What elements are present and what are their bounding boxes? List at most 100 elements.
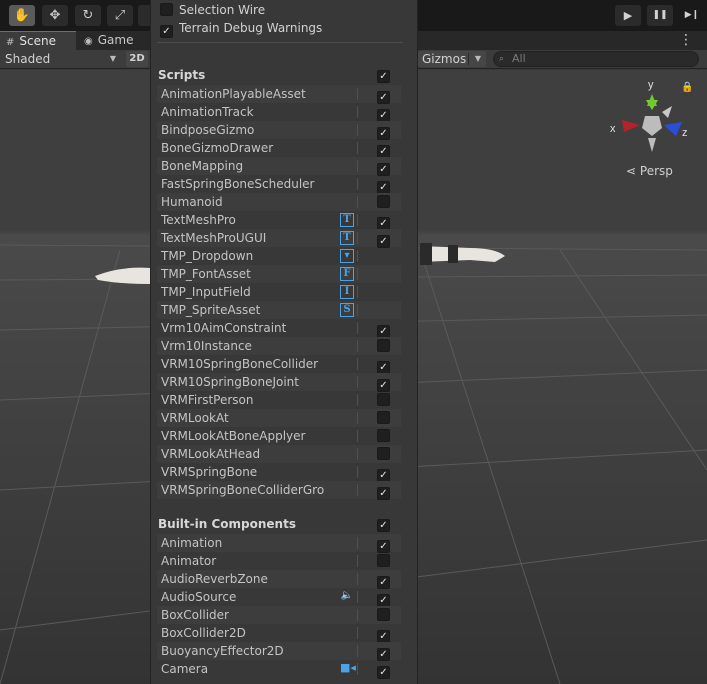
list-item[interactable]: Vrm10Instance: [157, 337, 401, 355]
list-item[interactable]: AudioReverbZone ✓: [157, 570, 401, 589]
list-item[interactable]: VRMLookAt: [157, 409, 401, 427]
item-toggle[interactable]: [377, 554, 390, 568]
item-toggle[interactable]: [377, 429, 390, 443]
toggle-2d-button[interactable]: 2D: [126, 51, 148, 67]
item-checkbox[interactable]: [377, 608, 390, 621]
textmeshpro-icon[interactable]: T: [340, 213, 354, 227]
list-item[interactable]: Animation ✓: [157, 534, 401, 553]
list-item[interactable]: Camera ■◂ ✓: [157, 660, 401, 679]
lock-icon[interactable]: 🔒: [681, 82, 693, 93]
item-checkbox[interactable]: [377, 429, 390, 442]
item-toggle[interactable]: ✓: [377, 465, 390, 482]
tab-game[interactable]: ◉ Game: [78, 31, 150, 50]
list-item[interactable]: VRMSpringBoneColliderGro ✓: [157, 481, 401, 500]
list-item[interactable]: Vrm10AimConstraint ✓: [157, 319, 401, 338]
list-item[interactable]: VRMSpringBone ✓: [157, 463, 401, 482]
textmeshpro-ugui-icon[interactable]: T: [340, 231, 354, 245]
tmp-dropdown-icon[interactable]: ▾: [340, 249, 354, 263]
item-toggle[interactable]: [377, 447, 390, 461]
more-options-icon[interactable]: ⋮: [679, 32, 693, 49]
projection-toggle[interactable]: ⋖ Persp: [626, 164, 673, 178]
list-item[interactable]: Humanoid: [157, 193, 401, 211]
item-checkbox[interactable]: [377, 393, 390, 406]
list-item[interactable]: VRM10SpringBoneJoint ✓: [157, 373, 401, 392]
terrain-debug-checkbox[interactable]: ✓: [160, 25, 173, 38]
item-toggle[interactable]: ✓: [377, 662, 390, 679]
builtin-toggle-all-checkbox[interactable]: ✓: [377, 519, 390, 532]
item-checkbox[interactable]: ✓: [377, 487, 390, 500]
item-checkbox[interactable]: ✓: [377, 666, 390, 679]
list-item[interactable]: FastSpringBoneScheduler ✓: [157, 175, 401, 194]
gizmos-dropdown-icon[interactable]: ▼: [475, 51, 481, 67]
scale-tool-button[interactable]: ⤢: [107, 5, 133, 26]
list-item[interactable]: TextMeshPro T ✓: [157, 211, 401, 230]
item-checkbox[interactable]: [377, 339, 390, 352]
list-item[interactable]: BoneMapping ✓: [157, 157, 401, 176]
item-toggle[interactable]: [377, 411, 390, 425]
builtin-toggle-all[interactable]: ✓: [377, 515, 390, 532]
item-toggle[interactable]: ✓: [377, 644, 390, 661]
list-item[interactable]: VRMFirstPerson: [157, 391, 401, 409]
item-checkbox[interactable]: [377, 447, 390, 460]
item-checkbox[interactable]: [377, 411, 390, 424]
item-toggle[interactable]: ✓: [377, 321, 390, 338]
item-toggle[interactable]: ✓: [377, 177, 390, 194]
move-tool-button[interactable]: ✥: [42, 5, 68, 26]
camera-icon[interactable]: ■◂: [340, 662, 356, 676]
list-item[interactable]: TMP_FontAsset F: [157, 265, 401, 283]
item-toggle[interactable]: ✓: [377, 105, 390, 122]
item-toggle[interactable]: ✓: [377, 590, 390, 607]
item-toggle[interactable]: ✓: [377, 231, 390, 248]
list-item[interactable]: TextMeshProUGUI T ✓: [157, 229, 401, 248]
item-toggle[interactable]: ✓: [377, 159, 390, 176]
item-toggle[interactable]: [377, 393, 390, 407]
tmp-sprite-asset-icon[interactable]: S: [340, 303, 354, 317]
list-item[interactable]: BuoyancyEffector2D ✓: [157, 642, 401, 661]
tab-scene[interactable]: # Scene: [0, 31, 76, 50]
selection-wire-option[interactable]: Selection Wire: [160, 1, 265, 19]
list-item[interactable]: TMP_InputField I: [157, 283, 401, 301]
list-item[interactable]: Animator: [157, 552, 401, 570]
item-toggle[interactable]: ✓: [377, 572, 390, 589]
list-item[interactable]: BindposeGizmo ✓: [157, 121, 401, 140]
list-item[interactable]: VRM10SpringBoneCollider ✓: [157, 355, 401, 374]
draw-mode-dropdown[interactable]: Shaded ▼: [0, 50, 122, 68]
terrain-debug-option[interactable]: ✓ Terrain Debug Warnings: [160, 19, 322, 38]
hand-tool-button[interactable]: ✋: [9, 5, 35, 26]
rotate-tool-button[interactable]: ↻: [75, 5, 101, 26]
list-item[interactable]: VRMLookAtBoneApplyer: [157, 427, 401, 445]
speaker-icon[interactable]: 🔈: [340, 590, 354, 604]
item-toggle[interactable]: ✓: [377, 141, 390, 158]
item-checkbox[interactable]: [377, 195, 390, 208]
scripts-toggle-all-checkbox[interactable]: ✓: [377, 70, 390, 83]
list-item[interactable]: BoxCollider: [157, 606, 401, 624]
item-toggle[interactable]: ✓: [377, 357, 390, 374]
item-toggle[interactable]: ✓: [377, 87, 390, 104]
item-toggle[interactable]: [377, 608, 390, 622]
item-toggle[interactable]: [377, 339, 390, 353]
list-item[interactable]: AnimationTrack ✓: [157, 103, 401, 122]
tmp-input-field-icon[interactable]: I: [340, 285, 354, 299]
list-item[interactable]: TMP_Dropdown ▾: [157, 247, 401, 265]
tmp-font-asset-icon[interactable]: F: [340, 267, 354, 281]
selection-wire-checkbox[interactable]: [160, 3, 173, 16]
list-item[interactable]: BoxCollider2D ✓: [157, 624, 401, 643]
item-toggle[interactable]: ✓: [377, 213, 390, 230]
item-toggle[interactable]: ✓: [377, 626, 390, 643]
item-toggle[interactable]: ✓: [377, 536, 390, 553]
item-checkbox[interactable]: [377, 554, 390, 567]
list-item[interactable]: AnimationPlayableAsset ✓: [157, 85, 401, 104]
scripts-toggle-all[interactable]: ✓: [377, 66, 390, 83]
item-toggle[interactable]: ✓: [377, 483, 390, 500]
list-item[interactable]: BoneGizmoDrawer ✓: [157, 139, 401, 158]
item-toggle[interactable]: [377, 195, 390, 209]
item-toggle[interactable]: ✓: [377, 375, 390, 392]
scene-search-input[interactable]: ⌕ All: [493, 51, 699, 67]
orientation-gizmo[interactable]: [622, 94, 682, 152]
step-button[interactable]: ▶❙: [679, 5, 705, 26]
list-item[interactable]: AudioSource 🔈 ✓: [157, 588, 401, 607]
pause-button[interactable]: ❚❚: [647, 5, 673, 26]
gizmos-button[interactable]: Gizmos ▼: [418, 51, 486, 67]
list-item[interactable]: TMP_SpriteAsset S: [157, 301, 401, 319]
list-item[interactable]: VRMLookAtHead: [157, 445, 401, 463]
